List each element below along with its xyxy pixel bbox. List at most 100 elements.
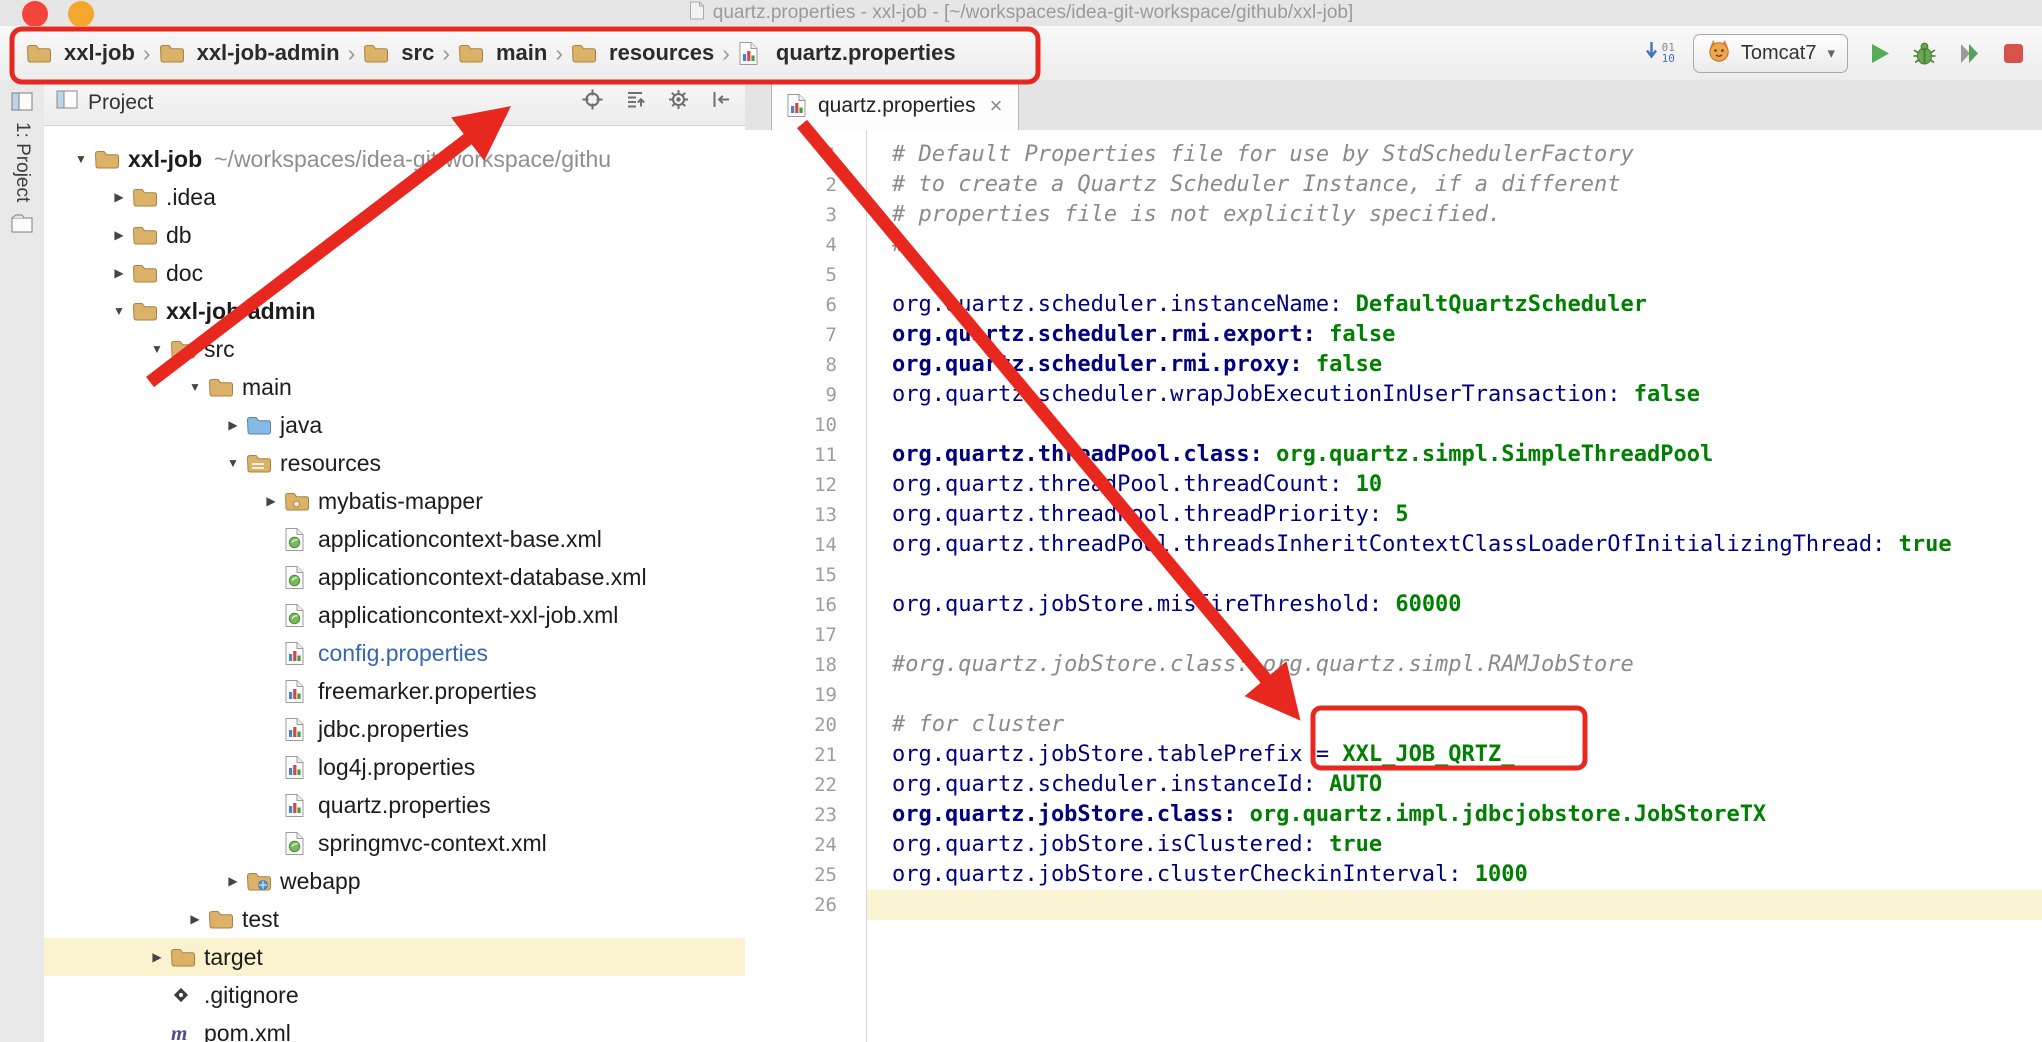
collapsed-arrow-icon[interactable]: ▶: [258, 494, 284, 508]
breadcrumb-item-quartz-properties[interactable]: quartz.properties: [738, 40, 956, 66]
vcs-update-indicator[interactable]: 01 10: [1644, 40, 1675, 66]
tree-item-jdbc-properties[interactable]: jdbc.properties: [44, 710, 745, 748]
tree-item-src[interactable]: ▼src: [44, 330, 745, 368]
run-configuration-select[interactable]: Tomcat7 ▾: [1693, 34, 1848, 73]
main-toolbar: xxl-job›xxl-job-admin›src›main›resources…: [0, 26, 2042, 81]
spring-xml-file-icon: [284, 603, 314, 628]
code-line-15[interactable]: [892, 560, 1952, 590]
code-line-18[interactable]: #org.quartz.jobStore.class: org.quartz.s…: [892, 650, 1952, 680]
collapsed-arrow-icon[interactable]: ▶: [106, 228, 132, 242]
breadcrumb-item-xxl-job[interactable]: xxl-job: [26, 40, 135, 66]
code-line-19[interactable]: [892, 680, 1952, 710]
breadcrumb-item-xxl-job-admin[interactable]: xxl-job-admin: [159, 40, 340, 66]
code-line-5[interactable]: [892, 260, 1952, 290]
debug-button[interactable]: [1911, 40, 1938, 67]
minimize-window-button[interactable]: [68, 1, 94, 27]
expanded-arrow-icon[interactable]: ▼: [182, 380, 208, 394]
tab-quartz-properties[interactable]: quartz.properties ×: [771, 80, 1019, 130]
tree-item-target[interactable]: ▶target: [44, 938, 745, 976]
collapsed-arrow-icon[interactable]: ▶: [144, 950, 170, 964]
code-segment-keyb: org.quartz.jobStore.class:: [892, 802, 1236, 827]
close-tab-icon[interactable]: ×: [990, 93, 1003, 119]
breadcrumb-item-resources[interactable]: resources: [571, 40, 714, 66]
line-number-5: 5: [745, 260, 837, 290]
tree-item-doc[interactable]: ▶doc: [44, 254, 745, 292]
tree-item-label: applicationcontext-base.xml: [318, 526, 602, 553]
code-line-1[interactable]: # Default Properties file for use by Std…: [892, 140, 1952, 170]
code-line-4[interactable]: #: [892, 230, 1952, 260]
code-line-14[interactable]: org.quartz.threadPool.threadsInheritCont…: [892, 530, 1952, 560]
tree-item-applicationcontext-database-xml[interactable]: applicationcontext-database.xml: [44, 558, 745, 596]
coverage-button[interactable]: [1956, 40, 1983, 67]
close-window-button[interactable]: [22, 1, 48, 27]
breadcrumb-label: xxl-job: [64, 40, 135, 66]
code-line-10[interactable]: [892, 410, 1952, 440]
hide-panel-icon[interactable]: [710, 88, 733, 117]
tree-item-freemarker-properties[interactable]: freemarker.properties: [44, 672, 745, 710]
code-line-16[interactable]: org.quartz.jobStore.misfireThreshold: 60…: [892, 590, 1952, 620]
code-line-7[interactable]: org.quartz.scheduler.rmi.export: false: [892, 320, 1952, 350]
code-line-9[interactable]: org.quartz.scheduler.wrapJobExecutionInU…: [892, 380, 1952, 410]
expanded-arrow-icon[interactable]: ▼: [68, 152, 94, 166]
line-number-19: 19: [745, 680, 837, 710]
stop-button[interactable]: [2001, 41, 2026, 66]
favorites-tool-window-icon[interactable]: [11, 214, 33, 238]
line-number-21: 21: [745, 740, 837, 770]
collapsed-arrow-icon[interactable]: ▶: [220, 874, 246, 888]
tree-item-xxl-job-admin[interactable]: ▼xxl-job-admin: [44, 292, 745, 330]
tree-item-main[interactable]: ▼main: [44, 368, 745, 406]
code-line-8[interactable]: org.quartz.scheduler.rmi.proxy: false: [892, 350, 1952, 380]
code-line-12[interactable]: org.quartz.threadPool.threadCount: 10: [892, 470, 1952, 500]
tree-item-springmvc-context-xml[interactable]: springmvc-context.xml: [44, 824, 745, 862]
code-segment-key: org.quartz.scheduler.wrapJobExecutionInU…: [892, 382, 1620, 407]
tree-item--gitignore[interactable]: .gitignore: [44, 976, 745, 1014]
tree-item-webapp[interactable]: ▶webapp: [44, 862, 745, 900]
tree-item-xxl-job[interactable]: ▼xxl-job~/workspaces/idea-git-workspace/…: [44, 140, 745, 178]
breadcrumb-item-main[interactable]: main: [458, 40, 547, 66]
collapsed-arrow-icon[interactable]: ▶: [106, 190, 132, 204]
project-tool-window-icon[interactable]: [11, 92, 33, 116]
breadcrumb-label: src: [401, 40, 434, 66]
run-configuration-label: Tomcat7: [1741, 42, 1817, 65]
editor[interactable]: 1234567891011121314151617181920212223242…: [745, 130, 2042, 1042]
tree-item-mybatis-mapper[interactable]: ▶mybatis-mapper: [44, 482, 745, 520]
expanded-arrow-icon[interactable]: ▼: [106, 304, 132, 318]
collapsed-arrow-icon[interactable]: ▶: [106, 266, 132, 280]
expanded-arrow-icon[interactable]: ▼: [220, 456, 246, 470]
tree-item-java[interactable]: ▶java: [44, 406, 745, 444]
collapsed-arrow-icon[interactable]: ▶: [182, 912, 208, 926]
tree-item-applicationcontext-base-xml[interactable]: applicationcontext-base.xml: [44, 520, 745, 558]
breadcrumb-item-src[interactable]: src: [363, 40, 434, 66]
code-line-22[interactable]: org.quartz.scheduler.instanceId: AUTO: [892, 770, 1952, 800]
code-line-11[interactable]: org.quartz.threadPool.class: org.quartz.…: [892, 440, 1952, 470]
tool-stripe-project-label[interactable]: 1: Project: [11, 122, 33, 202]
tree-item-applicationcontext-xxl-job-xml[interactable]: applicationcontext-xxl-job.xml: [44, 596, 745, 634]
code-line-13[interactable]: org.quartz.threadPool.threadPriority: 5: [892, 500, 1952, 530]
tab-label: quartz.properties: [818, 94, 976, 118]
tree-item-db[interactable]: ▶db: [44, 216, 745, 254]
code-line-6[interactable]: org.quartz.scheduler.instanceName: Defau…: [892, 290, 1952, 320]
code-line-20[interactable]: # for cluster: [892, 710, 1952, 740]
tree-item-pom-xml[interactable]: mpom.xml: [44, 1014, 745, 1042]
tree-item-resources[interactable]: ▼resources: [44, 444, 745, 482]
tree-item-test[interactable]: ▶test: [44, 900, 745, 938]
code-line-26[interactable]: [892, 890, 1952, 920]
code-line-2[interactable]: # to create a Quartz Scheduler Instance,…: [892, 170, 1952, 200]
expanded-arrow-icon[interactable]: ▼: [144, 342, 170, 356]
code-line-23[interactable]: org.quartz.jobStore.class: org.quartz.im…: [892, 800, 1952, 830]
code-line-25[interactable]: org.quartz.jobStore.clusterCheckinInterv…: [892, 860, 1952, 890]
collapsed-arrow-icon[interactable]: ▶: [220, 418, 246, 432]
locate-file-icon[interactable]: [581, 88, 604, 117]
tree-item--idea[interactable]: ▶.idea: [44, 178, 745, 216]
tree-item-log4j-properties[interactable]: log4j.properties: [44, 748, 745, 786]
tree-item-label: config.properties: [318, 640, 488, 667]
code-line-17[interactable]: [892, 620, 1952, 650]
run-button[interactable]: [1866, 40, 1893, 67]
collapse-all-icon[interactable]: [624, 88, 647, 117]
tree-item-quartz-properties[interactable]: quartz.properties: [44, 786, 745, 824]
tree-item-config-properties[interactable]: config.properties: [44, 634, 745, 672]
code-line-3[interactable]: # properties file is not explicitly spec…: [892, 200, 1952, 230]
settings-gear-icon[interactable]: [667, 88, 690, 117]
code-line-24[interactable]: org.quartz.jobStore.isClustered: true: [892, 830, 1952, 860]
code-line-21[interactable]: org.quartz.jobStore.tablePrefix = XXL_JO…: [892, 740, 1952, 770]
